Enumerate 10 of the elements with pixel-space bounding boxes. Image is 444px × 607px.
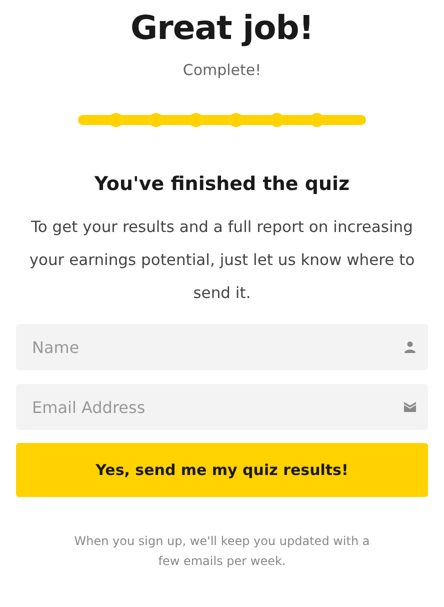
envelope-icon <box>404 402 416 412</box>
status-text: Complete! <box>182 61 262 79</box>
description-text: To get your results and a full report on increasing your earnings potential, just let us know where to send it. <box>28 217 416 304</box>
submit-button[interactable]: Yes, send me my quiz results! <box>16 443 428 497</box>
page-title: Great job! <box>130 8 314 47</box>
input-field[interactable]: Name <box>16 324 428 370</box>
person-icon <box>404 341 416 353</box>
input-field[interactable]: Email Address <box>16 384 428 430</box>
section-heading: You've finished the quiz <box>94 173 350 195</box>
footnote-text: When you sign up, we'll keep you updated with a few emails per week. <box>73 533 371 570</box>
